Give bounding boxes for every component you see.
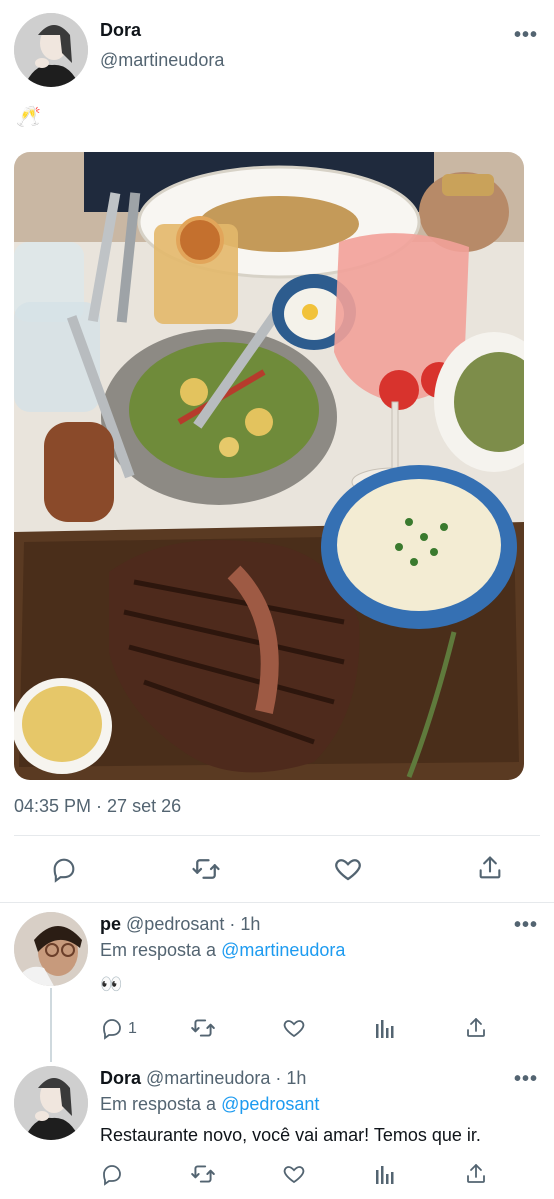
- author-name[interactable]: Dora: [100, 20, 141, 41]
- replying-to: Em resposta a @martineudora: [100, 940, 345, 961]
- reply-author-name[interactable]: pe: [100, 914, 121, 934]
- replying-to-label: Em resposta a: [100, 1094, 217, 1114]
- replying-to-link[interactable]: @pedrosant: [221, 1094, 319, 1114]
- share-icon[interactable]: [464, 1161, 488, 1187]
- analytics-icon[interactable]: [374, 1162, 396, 1186]
- food-photo-icon: [14, 152, 524, 780]
- reply-icon[interactable]: [100, 1162, 124, 1186]
- reply-time[interactable]: · 1h: [229, 914, 260, 934]
- analytics-icon[interactable]: [374, 1016, 396, 1040]
- share-icon[interactable]: [464, 1015, 488, 1041]
- divider: [14, 835, 540, 836]
- reply-count: 1: [128, 1020, 137, 1037]
- reply-avatar[interactable]: [14, 1066, 88, 1140]
- avatar-photo-icon: [14, 912, 88, 986]
- retweet-icon[interactable]: [190, 854, 222, 884]
- like-icon[interactable]: [282, 1162, 306, 1186]
- tweet-photo[interactable]: [14, 152, 524, 780]
- reply-header: pe @pedrosant · 1h: [100, 914, 260, 935]
- like-icon[interactable]: [282, 1016, 306, 1040]
- more-options-icon[interactable]: •••: [514, 24, 538, 47]
- share-icon[interactable]: [476, 853, 504, 883]
- more-options-icon[interactable]: •••: [514, 914, 538, 937]
- avatar-photo-icon: [14, 1066, 88, 1140]
- reply-text: 👀: [100, 974, 123, 994]
- retweet-icon[interactable]: [190, 1015, 216, 1041]
- replying-to-label: Em resposta a: [100, 940, 217, 960]
- divider: [0, 902, 554, 903]
- reply-icon[interactable]: [100, 1016, 124, 1040]
- like-icon[interactable]: [333, 854, 363, 884]
- avatar-photo-icon: [14, 13, 88, 87]
- reply-author-name[interactable]: Dora: [100, 1068, 141, 1088]
- reply-time[interactable]: · 1h: [275, 1068, 306, 1088]
- retweet-icon[interactable]: [190, 1161, 216, 1187]
- reply-icon[interactable]: [50, 855, 78, 883]
- author-avatar[interactable]: [14, 13, 88, 87]
- tweet-text: 🥂: [16, 106, 41, 128]
- reply-text: Restaurante novo, você vai amar! Temos q…: [100, 1125, 481, 1145]
- author-handle[interactable]: @martineudora: [100, 50, 224, 71]
- thread-line: [50, 988, 52, 1062]
- reply-header: Dora @martineudora · 1h: [100, 1068, 306, 1089]
- tweet-timestamp[interactable]: 04:35 PM · 27 set 26: [14, 796, 181, 817]
- replying-to: Em resposta a @pedrosant: [100, 1094, 319, 1115]
- replying-to-link[interactable]: @martineudora: [221, 940, 345, 960]
- reply-author-handle[interactable]: @martineudora: [146, 1068, 270, 1088]
- more-options-icon[interactable]: •••: [514, 1068, 538, 1091]
- reply-avatar[interactable]: [14, 912, 88, 986]
- reply-author-handle[interactable]: @pedrosant: [126, 914, 224, 934]
